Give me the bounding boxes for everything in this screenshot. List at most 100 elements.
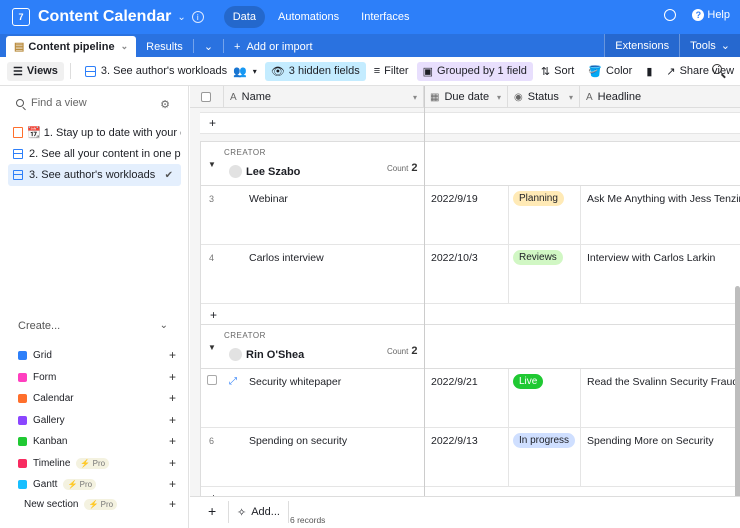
tools-button[interactable]: Tools ⌄ (679, 34, 740, 57)
filter-button[interactable]: ≡ Filter (368, 62, 415, 80)
form-icon (13, 126, 23, 138)
sort-button[interactable]: ⇅ Sort (535, 62, 580, 81)
create-kanban-button[interactable]: Kanban + (18, 431, 176, 451)
new-section-button[interactable]: New section ⚡ Pro + (24, 494, 176, 514)
sidebar-view-2[interactable]: 2. See all your content in one place (8, 143, 181, 165)
column-label: Status (527, 91, 559, 103)
share-view-button[interactable]: ↗ Share view (660, 62, 740, 81)
cell-status[interactable]: In progress (513, 433, 576, 448)
info-icon[interactable]: i (191, 11, 204, 23)
cell-name[interactable]: Webinar (249, 193, 288, 205)
select-all-header (190, 86, 224, 108)
base-title[interactable]: Content Calendar (38, 8, 171, 26)
views-button[interactable]: ☰ Views (7, 61, 64, 81)
add-or-import-button[interactable]: + Add or import (224, 36, 322, 57)
tab-content-pipeline[interactable]: ▤ Content pipeline ⌄ (6, 36, 137, 57)
vertical-scrollbar[interactable] (735, 286, 740, 526)
column-header-due-date[interactable]: ▦ Due date ▾ (424, 86, 508, 108)
cell-headline[interactable]: Interview with Carlos Larkin (587, 252, 715, 264)
plus-icon: + (168, 391, 176, 405)
top-nav: Data Automations Interfaces (223, 6, 419, 28)
chevron-down-icon[interactable]: ⌄ (121, 41, 129, 52)
cell-due-date[interactable]: 2022/9/19 (431, 193, 478, 205)
history-icon[interactable] (664, 9, 677, 21)
all-tables-chevron-icon[interactable]: ⌄ (194, 36, 223, 57)
help-button[interactable]: ? Help (692, 9, 730, 21)
cell-name[interactable]: Spending on security (249, 435, 347, 447)
create-item-label: Calendar (33, 392, 74, 404)
find-view-input[interactable]: Find a view (16, 97, 87, 109)
cell-headline[interactable]: Read the Svalinn Security Fraud Gu (587, 376, 740, 388)
add-record-row[interactable]: + (200, 112, 740, 134)
cell-headline[interactable]: Ask Me Anything with Jess Tenzin (587, 193, 740, 205)
table-row[interactable]: 4 Carlos interview 2022/10/3 Reviews Intervi… (201, 245, 740, 304)
create-calendar-button[interactable]: Calendar + (18, 388, 176, 408)
chevron-down-icon[interactable]: ⌄ (160, 320, 168, 331)
nav-data[interactable]: Data (223, 6, 265, 28)
cell-due-date[interactable]: 2022/9/21 (431, 376, 478, 388)
gear-icon[interactable]: ⚙ (160, 98, 170, 111)
group-button[interactable]: ▣ Grouped by 1 field (416, 61, 533, 81)
column-header-headline[interactable]: A Headline (580, 86, 740, 108)
add-menu-button[interactable]: ✧ Add... (228, 501, 289, 523)
cell-name[interactable]: Security whitepaper (249, 376, 341, 388)
select-all-checkbox[interactable] (201, 92, 211, 102)
plus-icon: + (168, 413, 176, 427)
chevron-down-icon[interactable]: ▾ (413, 93, 417, 102)
table-tab-bar: ▤ Content pipeline ⌄ Results ⌄ + Add or imp… (0, 34, 740, 57)
nav-automations[interactable]: Automations (269, 6, 348, 28)
create-heading[interactable]: Create... (18, 320, 60, 332)
color-button[interactable]: 🪣 Color (582, 62, 638, 81)
cell-status[interactable]: Reviews (513, 250, 563, 265)
cell-due-date[interactable]: 2022/9/13 (431, 435, 478, 447)
status-badge: Planning (513, 191, 564, 206)
group-header[interactable]: ▼ CREATOR Rin O'Shea Count 2 (201, 325, 740, 369)
nav-interfaces[interactable]: Interfaces (352, 6, 418, 28)
table-row[interactable]: 3 Webinar 2022/9/19 Planning Ask Me Anything… (201, 186, 740, 245)
table-row[interactable]: ⤢ Security whitepaper 2022/9/21 Live Read th… (201, 369, 740, 428)
table-row[interactable]: 6 Spending on security 2022/9/13 In progres… (201, 428, 740, 487)
group-add-record-row[interactable]: + (201, 304, 740, 326)
column-header-name[interactable]: A Name ▾ (224, 86, 424, 108)
hidden-fields-label: 3 hidden fields (288, 65, 360, 77)
find-view-placeholder: Find a view (31, 97, 87, 109)
cell-headline[interactable]: Spending More on Security (587, 435, 714, 447)
cell-name[interactable]: Carlos interview (249, 252, 324, 264)
chevron-down-icon[interactable]: ▾ (497, 93, 501, 102)
expand-record-icon[interactable]: ⤢ (229, 376, 237, 387)
chevron-down-icon[interactable]: ⌄ (177, 12, 185, 23)
current-view-button[interactable]: 3. See author's workloads 👥 ▾ (79, 62, 263, 81)
row-checkbox[interactable] (207, 375, 217, 385)
plus-icon: + (168, 434, 176, 448)
sort-label: Sort (554, 65, 575, 77)
create-gantt-button[interactable]: Gantt ⚡ Pro + (18, 474, 176, 494)
views-label: Views (26, 65, 58, 77)
record-count: 6 records (290, 515, 326, 525)
chevron-down-icon[interactable]: ▾ (569, 93, 573, 102)
collapse-triangle-icon[interactable]: ▼ (208, 343, 216, 352)
calendar-icon: ▦ (430, 91, 440, 103)
add-record-plus-icon[interactable]: + (208, 503, 216, 519)
group-header[interactable]: ▼ CREATOR Lee Szabo Count 2 (201, 142, 740, 186)
create-grid-button[interactable]: Grid + (18, 345, 176, 365)
collapse-triangle-icon[interactable]: ▼ (208, 160, 216, 169)
cell-status[interactable]: Live (513, 374, 544, 389)
hidden-fields-button[interactable]: 👁 3 hidden fields (264, 61, 366, 81)
tab-results[interactable]: Results (136, 36, 193, 57)
sidebar-view-1[interactable]: 📆 1. Stay up to date with your co... (8, 121, 181, 143)
sidebar-view-3[interactable]: 3. See author's workloads ✔ (8, 164, 181, 186)
check-icon: ✔ (164, 169, 173, 181)
column-header-row: A Name ▾ ▦ Due date ▾ ◉ Status ▾ A Headline (190, 86, 740, 108)
cell-due-date[interactable]: 2022/10/3 (431, 252, 478, 264)
column-header-status[interactable]: ◉ Status ▾ (508, 86, 580, 108)
search-icon[interactable] (712, 64, 722, 74)
cell-status[interactable]: Planning (513, 191, 564, 206)
create-timeline-button[interactable]: Timeline ⚡ Pro + (18, 453, 176, 473)
create-gallery-button[interactable]: Gallery + (18, 410, 176, 430)
view-label: 2. See all your content in one place (29, 148, 181, 160)
row-height-button[interactable]: ▮ (640, 62, 658, 81)
extensions-button[interactable]: Extensions (604, 34, 680, 57)
share-icon: ↗ (666, 65, 676, 78)
create-form-button[interactable]: Form + (18, 367, 176, 387)
view-label: 📆 1. Stay up to date with your co... (27, 126, 181, 139)
